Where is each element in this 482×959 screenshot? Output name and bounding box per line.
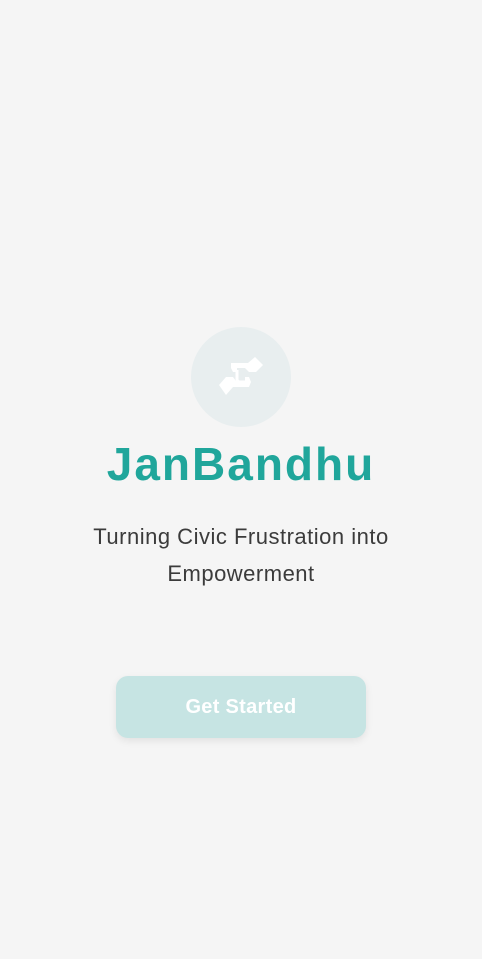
app-logo xyxy=(191,327,291,427)
app-tagline: Turning Civic Frustration into Empowerme… xyxy=(93,524,389,586)
get-started-button[interactable]: Get Started xyxy=(116,676,366,738)
splash-screen: JanBandhu Turning Civic Frustration into… xyxy=(0,0,482,959)
app-title: JanBandhu xyxy=(106,438,376,490)
handshake-icon xyxy=(215,351,267,403)
